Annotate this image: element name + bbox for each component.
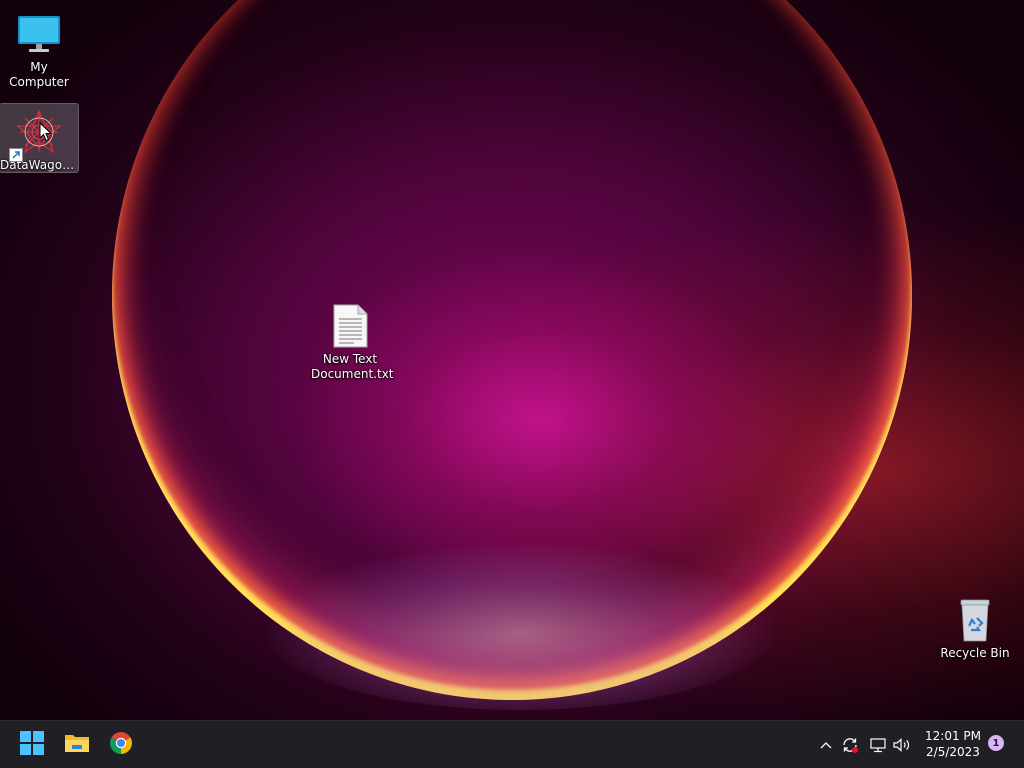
volume-icon[interactable] <box>892 735 912 755</box>
notification-badge[interactable]: 1 <box>988 735 1004 751</box>
sync-icon[interactable] <box>840 735 860 755</box>
monitor-icon <box>15 10 63 58</box>
file-explorer-button[interactable] <box>59 727 95 763</box>
text-document-file[interactable]: New Text Document.txt <box>311 298 394 382</box>
recycle-bin-shortcut[interactable]: Recycle Bin <box>936 592 1014 661</box>
clock-time: 12:01 PM <box>925 729 981 743</box>
network-icon[interactable] <box>868 735 888 755</box>
chevron-up-icon[interactable] <box>816 735 836 755</box>
desktop-background[interactable]: My Computer DataWagon... New Text Docume… <box>0 0 1024 720</box>
my-computer-shortcut[interactable]: My Computer <box>0 6 78 90</box>
recycle-bin-label: Recycle Bin <box>940 646 1010 660</box>
datawagon-icon <box>9 108 63 162</box>
clock-date: 2/5/2023 <box>926 745 980 759</box>
recycle-bin-icon <box>951 596 999 644</box>
my-computer-label: My Computer <box>9 60 69 89</box>
taskbar: 12:01 PM 2/5/2023 <box>0 720 1024 768</box>
folder-icon <box>64 732 90 758</box>
datawagon-shortcut[interactable]: DataWagon... <box>0 103 79 173</box>
clock[interactable]: 12:01 PM 2/5/2023 <box>918 728 988 760</box>
start-button[interactable] <box>14 727 50 763</box>
windows-start-icon <box>20 731 44 759</box>
text-document-label: New Text Document.txt <box>311 352 394 381</box>
shortcut-arrow-icon <box>9 148 23 162</box>
text-file-icon <box>326 302 374 350</box>
chrome-button[interactable] <box>103 727 139 763</box>
mouse-cursor-icon <box>39 121 53 145</box>
chrome-icon <box>109 731 133 759</box>
